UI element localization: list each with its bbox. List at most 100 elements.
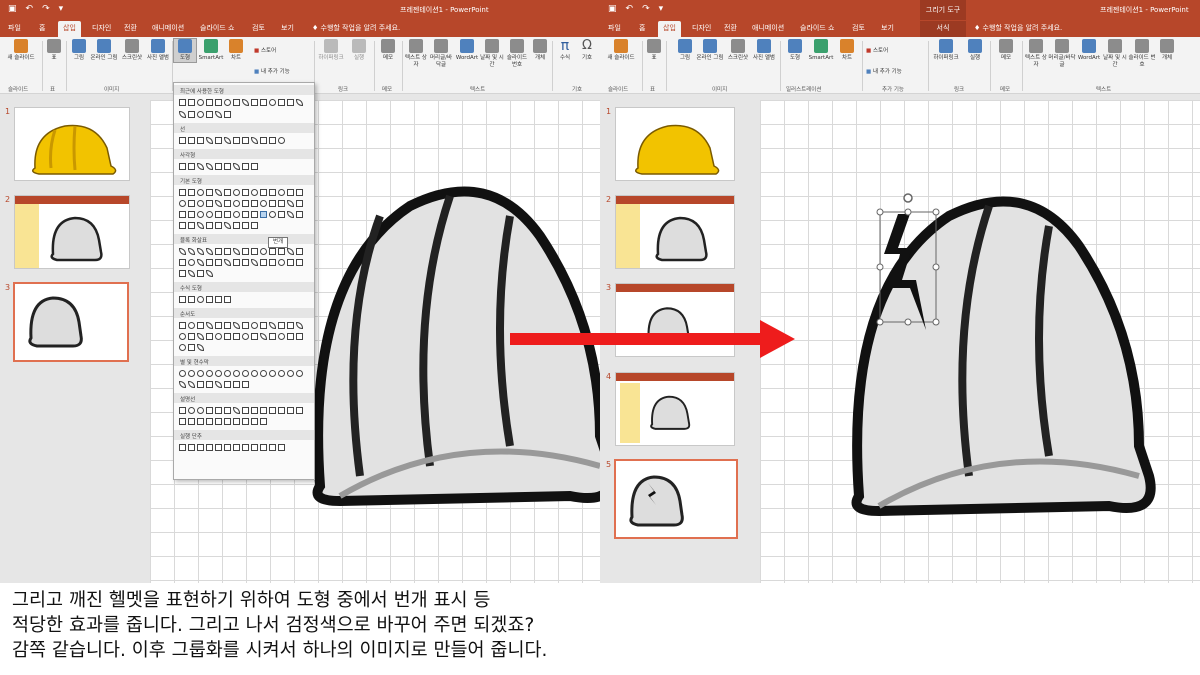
shape-item[interactable] — [206, 111, 213, 118]
shape-item[interactable] — [233, 444, 240, 451]
shape-item[interactable] — [179, 418, 186, 425]
shape-item[interactable] — [233, 418, 240, 425]
slide-thumbnail-4[interactable] — [615, 372, 735, 446]
shape-item[interactable] — [296, 370, 303, 377]
shape-item[interactable] — [260, 248, 267, 255]
shape-item[interactable] — [197, 344, 204, 351]
slide-thumbnail-5[interactable] — [614, 459, 738, 539]
shape-item[interactable] — [278, 189, 285, 196]
shape-item[interactable] — [179, 248, 186, 255]
shape-item[interactable] — [269, 189, 276, 196]
table-button[interactable]: 표 — [644, 39, 664, 62]
shape-item[interactable] — [215, 211, 222, 218]
shape-item[interactable] — [215, 333, 222, 340]
shape-item[interactable] — [278, 407, 285, 414]
redo-icon[interactable]: ↷ — [42, 4, 50, 14]
new-slide-button[interactable]: 새 슬라이드 — [2, 39, 40, 62]
shape-item[interactable] — [233, 259, 240, 266]
shape-item[interactable] — [251, 259, 258, 266]
lightning-bolt-icon[interactable] — [870, 192, 950, 342]
shape-item[interactable] — [260, 200, 267, 207]
shape-item[interactable] — [224, 222, 231, 229]
shape-item[interactable] — [260, 137, 267, 144]
shape-item[interactable] — [233, 189, 240, 196]
shape-item[interactable] — [188, 322, 195, 329]
shape-item[interactable] — [224, 418, 231, 425]
shape-item[interactable] — [233, 381, 240, 388]
shape-item[interactable] — [233, 370, 240, 377]
shape-item[interactable] — [224, 137, 231, 144]
shape-item[interactable] — [278, 444, 285, 451]
slide-thumbnail-3[interactable] — [13, 282, 129, 362]
shape-item[interactable] — [251, 418, 258, 425]
tab-animations[interactable]: 애니메이션 — [752, 23, 784, 33]
header-footer-button[interactable]: 머리글/바닥글 — [428, 39, 454, 69]
shape-item[interactable] — [287, 407, 294, 414]
shape-item[interactable] — [179, 222, 186, 229]
store-button[interactable]: ■ 스토어 — [866, 46, 888, 54]
shape-item[interactable] — [197, 333, 204, 340]
shape-item[interactable] — [278, 200, 285, 207]
shape-item[interactable] — [224, 111, 231, 118]
shape-item[interactable] — [260, 333, 267, 340]
object-button[interactable]: 개체 — [530, 39, 550, 62]
shape-item[interactable] — [242, 99, 249, 106]
shape-item[interactable] — [206, 418, 213, 425]
header-footer-button[interactable]: 머리글/바닥글 — [1048, 39, 1076, 69]
shape-item[interactable] — [179, 111, 186, 118]
hyperlink-button[interactable]: 하이퍼링크 — [930, 39, 962, 62]
tab-format[interactable]: 서식 — [920, 21, 966, 37]
shape-item[interactable] — [197, 418, 204, 425]
shape-item[interactable] — [206, 248, 213, 255]
undo-icon[interactable]: ↶ — [626, 4, 634, 14]
shape-item[interactable] — [197, 163, 204, 170]
shape-item[interactable] — [206, 333, 213, 340]
shape-item[interactable] — [188, 163, 195, 170]
shape-item[interactable] — [278, 248, 285, 255]
shape-item[interactable] — [278, 211, 285, 218]
shape-item[interactable] — [260, 189, 267, 196]
tab-slideshow[interactable]: 슬라이드 쇼 — [800, 23, 834, 33]
shape-item[interactable] — [278, 322, 285, 329]
shape-item[interactable] — [179, 322, 186, 329]
tab-file[interactable]: 파일 — [608, 23, 621, 33]
shape-item[interactable] — [188, 407, 195, 414]
shape-item[interactable] — [206, 270, 213, 277]
slide-number-button[interactable]: 슬라이드 번호 — [504, 39, 530, 69]
shape-item[interactable] — [206, 189, 213, 196]
date-time-button[interactable]: 날짜 및 시간 — [1102, 39, 1128, 69]
textbox-button[interactable]: 텍스트 상자 — [404, 39, 428, 69]
shape-item[interactable] — [197, 259, 204, 266]
shape-item[interactable] — [296, 322, 303, 329]
shape-item[interactable] — [179, 381, 186, 388]
new-slide-button[interactable]: 새 슬라이드 — [602, 39, 640, 62]
shape-item[interactable] — [188, 381, 195, 388]
shapes-button[interactable]: 도형 — [784, 39, 806, 62]
tab-transitions[interactable]: 전환 — [124, 23, 137, 33]
equation-button[interactable]: π 수식 — [554, 39, 576, 62]
shape-item[interactable] — [188, 259, 195, 266]
tab-view[interactable]: 보기 — [281, 23, 294, 33]
slide-thumbnail-2[interactable] — [615, 195, 735, 269]
shape-item[interactable] — [260, 444, 267, 451]
tab-review[interactable]: 검토 — [852, 23, 865, 33]
customize-icon[interactable]: ▾ — [659, 4, 664, 14]
shape-item[interactable] — [269, 259, 276, 266]
shape-item[interactable] — [215, 137, 222, 144]
shape-item[interactable] — [287, 211, 294, 218]
shape-item[interactable] — [233, 200, 240, 207]
hyperlink-button[interactable]: 하이퍼링크 — [316, 39, 346, 62]
shape-item[interactable] — [269, 211, 276, 218]
shape-item[interactable] — [260, 370, 267, 377]
shape-item[interactable] — [197, 137, 204, 144]
shape-item[interactable] — [233, 137, 240, 144]
tab-home[interactable]: 홈 — [39, 23, 45, 33]
object-button[interactable]: 개체 — [1156, 39, 1178, 62]
shape-item[interactable] — [242, 248, 249, 255]
shape-item[interactable] — [242, 370, 249, 377]
action-button[interactable]: 실행 — [348, 39, 370, 62]
shape-item[interactable] — [269, 200, 276, 207]
shape-item[interactable] — [197, 189, 204, 196]
shape-item[interactable] — [269, 444, 276, 451]
shape-item[interactable] — [188, 296, 195, 303]
